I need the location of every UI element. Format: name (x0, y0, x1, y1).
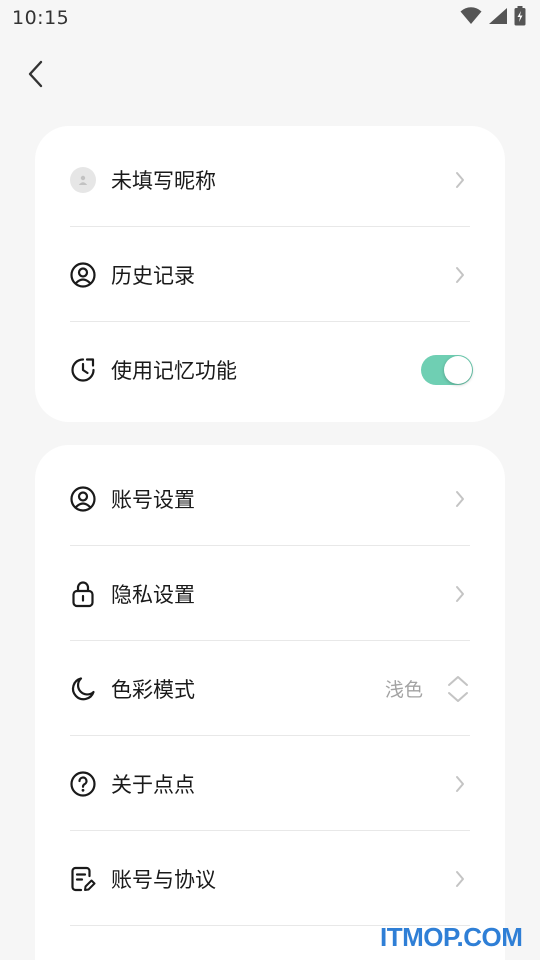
agreement-label: 账号与协议 (111, 867, 216, 892)
question-icon (69, 770, 97, 798)
toggle-knob (444, 355, 472, 384)
chevron-right-icon (453, 774, 467, 794)
status-bar: 10:15 (0, 0, 540, 36)
memory-label: 使用记忆功能 (111, 358, 237, 383)
memory-row: 使用记忆功能 (35, 322, 505, 417)
clock-memory-icon (69, 356, 97, 384)
moon-icon (69, 675, 97, 703)
privacy-settings-row[interactable]: 隐私设置 (35, 546, 505, 641)
user-circle-icon (69, 261, 97, 289)
color-mode-label: 色彩模式 (111, 677, 195, 702)
account-settings-row[interactable]: 账号设置 (35, 451, 505, 546)
chevron-up-down-icon[interactable] (445, 674, 471, 704)
lock-icon (69, 580, 97, 608)
wifi-icon (460, 7, 482, 29)
document-edit-icon (69, 865, 97, 893)
chevron-right-icon (453, 489, 467, 509)
agreement-row[interactable]: 账号与协议 (35, 831, 505, 926)
privacy-settings-label: 隐私设置 (111, 582, 195, 607)
chevron-right-icon (453, 869, 467, 889)
back-button[interactable] (18, 56, 54, 96)
status-time: 10:15 (12, 7, 70, 29)
watermark: ITMOP.COM (380, 922, 523, 952)
history-row[interactable]: 历史记录 (35, 227, 505, 322)
status-icons (460, 6, 526, 30)
signal-icon (488, 7, 508, 29)
profile-card: 未填写昵称 历史记录 使用记忆功能 (35, 126, 505, 422)
account-settings-label: 账号设置 (111, 487, 195, 512)
color-mode-row[interactable]: 色彩模式 浅色 (35, 641, 505, 736)
battery-icon (514, 6, 526, 30)
color-mode-value: 浅色 (385, 679, 424, 701)
chevron-left-icon (28, 60, 44, 92)
about-label: 关于点点 (111, 772, 195, 797)
nickname-row[interactable]: 未填写昵称 (35, 132, 505, 227)
avatar-icon (69, 166, 97, 194)
nickname-label: 未填写昵称 (111, 168, 216, 193)
chevron-right-icon (453, 170, 467, 190)
about-row[interactable]: 关于点点 (35, 736, 505, 831)
chevron-right-icon (453, 265, 467, 285)
memory-toggle[interactable] (421, 354, 473, 385)
user-circle-icon (69, 485, 97, 513)
settings-card: 账号设置 隐私设置 色彩模式 浅色 关于点点 账号与协议 (35, 445, 505, 960)
history-label: 历史记录 (111, 263, 195, 288)
chevron-right-icon (453, 584, 467, 604)
